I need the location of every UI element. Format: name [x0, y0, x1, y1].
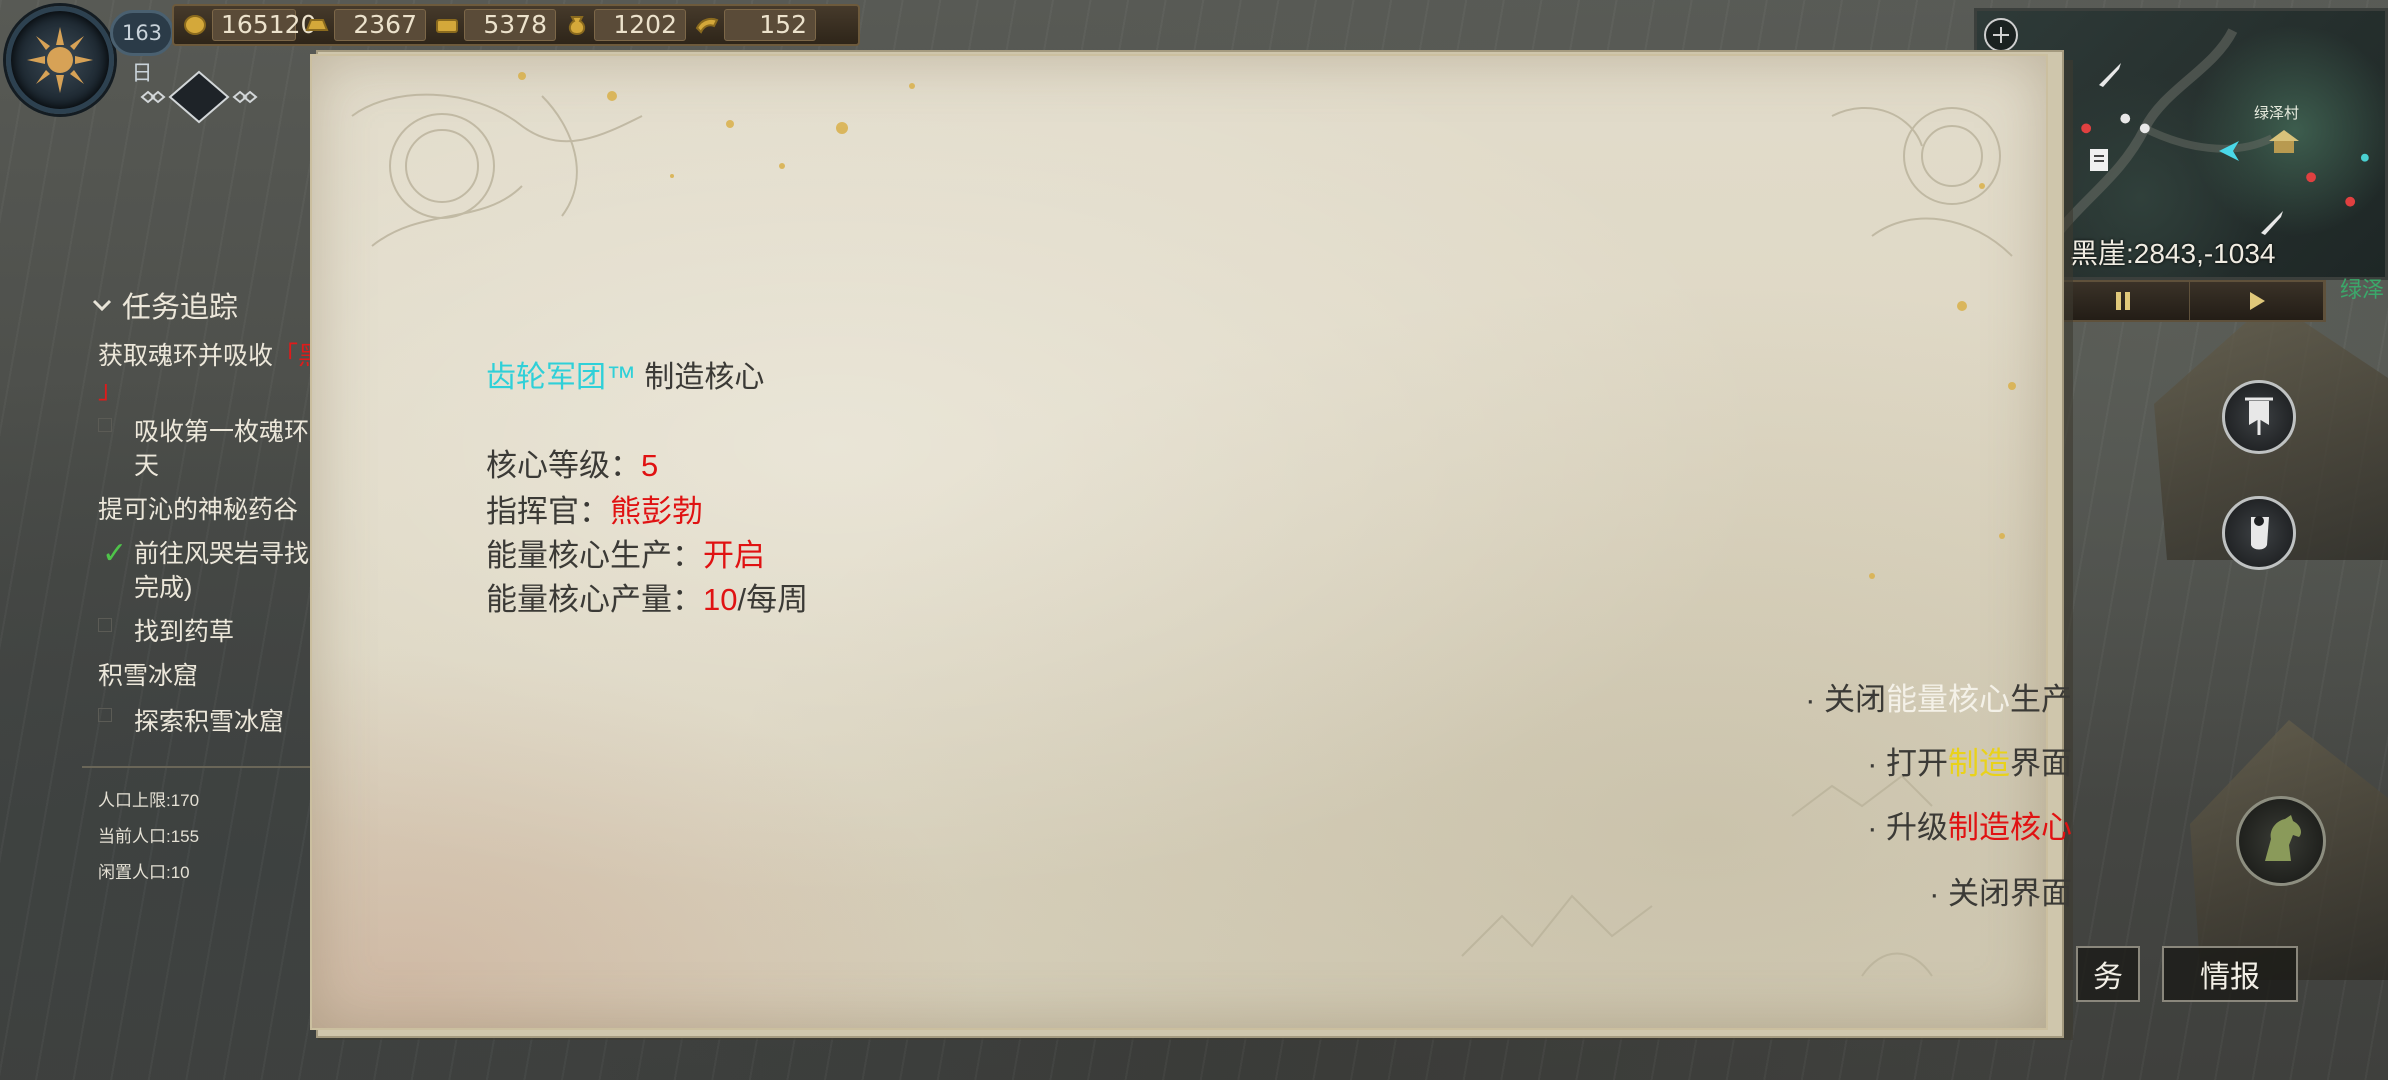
gold-ingot-icon [304, 13, 330, 37]
resource-value: 2367 [334, 9, 426, 41]
pause-button[interactable] [2056, 282, 2190, 320]
upgrade-core-button[interactable]: · 升级制造核心 [1867, 802, 2072, 847]
action-rest: 界面 [2010, 746, 2072, 781]
divider [82, 766, 322, 768]
quest-title-text: 获取魂环并吸收 [98, 342, 274, 370]
task-button[interactable]: 务 [2076, 946, 2140, 1002]
production-output-row: 能量核心产量：10/每周 [486, 574, 808, 619]
action-prefix: · 打开 [1867, 746, 1948, 781]
grain-sack-icon [564, 13, 590, 37]
action-rest: 生产 [2010, 682, 2072, 717]
diamond-compass-icon[interactable] [134, 70, 264, 124]
quest-checkbox [98, 418, 112, 432]
quest-checkbox [98, 708, 112, 722]
quest-tracker-header[interactable]: 任务追踪 [92, 284, 238, 326]
checkmark-icon: ✓ [102, 537, 128, 570]
intel-button[interactable]: 情报 [2162, 946, 2298, 1002]
faction-name: 齿轮军团™ [486, 361, 636, 394]
quest-title-continued: 」 [98, 376, 124, 404]
resource-value: 5378 [464, 9, 556, 41]
quest-title[interactable]: 提可沁的神秘药谷 [98, 490, 298, 526]
action-highlight: 能量核心 [1886, 682, 2010, 717]
gold-bar-icon [434, 13, 460, 37]
resource-gold-ingot[interactable]: 2367 [304, 9, 426, 41]
pause-icon [2115, 292, 2130, 310]
player-arrow-icon [2219, 141, 2239, 161]
mount-button[interactable] [2236, 796, 2326, 886]
horn-icon [694, 13, 720, 37]
scroll-button[interactable] [2222, 496, 2296, 570]
population-cap: 人口上限:170 [98, 791, 200, 810]
region-label: 绿泽 [2340, 277, 2385, 302]
quest-objective[interactable]: 前往风哭岩寻找人 [134, 534, 334, 570]
core-level-label: 核心等级： [486, 448, 641, 483]
commander-label: 指挥官： [486, 494, 610, 529]
day-counter: 163日 [110, 10, 174, 85]
building-name: 制造核心 [644, 361, 765, 394]
action-highlight: 制造核心 [1948, 810, 2072, 845]
village-name-label: 绿泽村 [2254, 105, 2300, 122]
quest-objective-continued: 天 [134, 452, 160, 480]
quest-tracker-title: 任务追踪 [122, 292, 239, 324]
banner-icon [2245, 397, 2273, 435]
action-prefix: · 关闭 [1805, 682, 1886, 717]
sun-icon [27, 27, 93, 93]
gold-coin-icon [182, 13, 208, 37]
village-marker-icon[interactable] [2267, 127, 2301, 155]
zoom-in-icon[interactable] [1981, 15, 2021, 55]
population-idle: 闲置人口:10 [98, 863, 190, 882]
resource-bar: 165120 2367 5378 1202 152 [172, 4, 860, 46]
quest-title[interactable]: 积雪冰窟 [98, 656, 198, 692]
action-prefix: · 升级 [1867, 810, 1948, 845]
core-level-value: 5 [641, 448, 659, 483]
resource-value: 152 [724, 9, 816, 41]
resource-value: 1202 [594, 9, 686, 41]
resource-gold-coin[interactable]: 165120 [182, 9, 316, 41]
sword-marker-icon[interactable] [2095, 59, 2125, 89]
resource-grain[interactable]: 1202 [564, 9, 686, 41]
document-marker-icon[interactable] [2087, 147, 2111, 173]
commander-value: 熊彭勃 [610, 494, 703, 529]
quest-objective[interactable]: 找到药草 [134, 612, 234, 648]
quest-objective[interactable]: 探索积雪冰窟 [134, 702, 284, 738]
production-output-unit: /每周 [737, 582, 809, 617]
open-crafting-button[interactable]: · 打开制造界面 [1867, 738, 2072, 783]
scroll-icon [2251, 516, 2269, 550]
production-status-value: 开启 [703, 538, 765, 573]
action-highlight: 制造 [1948, 746, 2010, 781]
chevron-down-icon [92, 299, 112, 312]
resource-value: 165120 [212, 9, 316, 41]
map-coordinates: 黑崖:2843,-1034 [2070, 238, 2276, 269]
population-current: 当前人口:155 [98, 827, 200, 846]
quest-checkbox [98, 618, 112, 632]
time-controls [2054, 280, 2326, 322]
play-button[interactable] [2190, 282, 2324, 320]
core-dialog: 齿轮军团™ 制造核心 核心等级：5 指挥官：熊彭勃 能量核心生产：开启 能量核心… [312, 56, 2072, 1028]
quest-objective[interactable]: 吸收第一枚魂环历 [134, 412, 334, 448]
commander-row: 指挥官：熊彭勃 [486, 486, 703, 531]
production-status-row: 能量核心生产：开启 [486, 530, 765, 575]
quest-title[interactable]: 获取魂环并吸收「黑 [98, 336, 323, 372]
close-dialog-button[interactable]: · 关闭界面 [1929, 868, 2072, 913]
production-status-label: 能量核心生产： [486, 538, 703, 573]
action-prefix: · 关闭界面 [1929, 876, 2072, 911]
quest-objective-continued: 完成) [134, 574, 193, 602]
close-production-button[interactable]: · 关闭能量核心生产 [1805, 674, 2072, 719]
production-output-label: 能量核心产量： [486, 582, 703, 617]
quest-tracker-panel: 任务追踪 获取魂环并吸收「黑 」 吸收第一枚魂环历 天 提可沁的神秘药谷 ✓ 前… [82, 278, 334, 882]
resource-horn[interactable]: 152 [694, 9, 816, 41]
banner-button[interactable] [2222, 380, 2296, 454]
production-output-value: 10 [703, 582, 738, 617]
day-night-dial[interactable] [6, 6, 114, 114]
core-level-row: 核心等级：5 [486, 440, 658, 485]
resource-gold-bar[interactable]: 5378 [434, 9, 556, 41]
horse-icon [2265, 815, 2301, 861]
dialog-title: 齿轮军团™ 制造核心 [486, 352, 764, 396]
play-icon [2249, 292, 2265, 310]
